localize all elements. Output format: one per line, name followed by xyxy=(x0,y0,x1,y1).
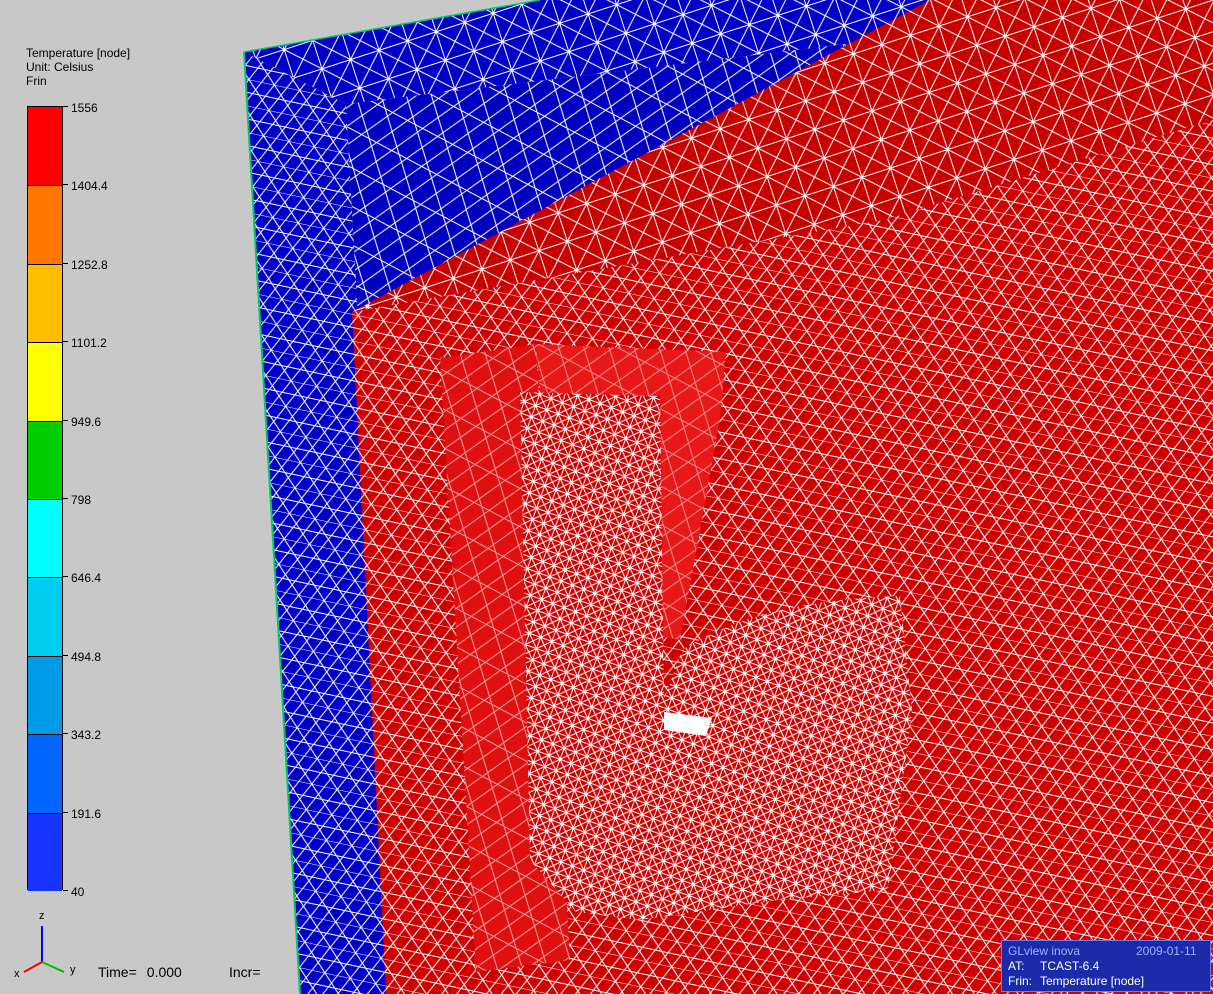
info-at-value: TCAST-6.4 xyxy=(1040,959,1100,973)
legend-tick xyxy=(63,498,68,499)
legend-tick xyxy=(63,733,68,735)
z-axis-label: z xyxy=(39,910,45,922)
mesh-render[interactable] xyxy=(0,0,1213,994)
legend-title: Temperature [node] xyxy=(26,46,131,60)
legend-label: 1252.8 xyxy=(71,257,108,272)
legend-tick xyxy=(63,341,68,343)
axis-triad: z y x xyxy=(12,910,92,984)
increment-label: Incr= xyxy=(229,964,261,980)
info-frin-label: Frin: xyxy=(1008,974,1032,988)
x-axis xyxy=(23,961,43,973)
y-axis xyxy=(41,961,65,973)
time-value: 0.000 xyxy=(146,964,182,980)
model-viewport[interactable] xyxy=(0,0,1213,994)
info-app-name: GLview inova xyxy=(1008,944,1081,958)
legend-band xyxy=(28,812,62,892)
legend-label: 798 xyxy=(71,493,92,507)
legend-label: 191.6 xyxy=(71,806,102,821)
legend-tick xyxy=(63,419,68,421)
legend-label: 1101.2 xyxy=(71,336,107,351)
legend-band xyxy=(28,577,62,657)
time-readout: Time= 0.000 xyxy=(98,964,192,980)
legend-band xyxy=(28,263,62,343)
info-frin-value: Temperature [node] xyxy=(1040,974,1145,988)
glview-info-panel: GLview inova 2009-01-11 AT: TCAST-6.4 Frin… xyxy=(1001,940,1211,992)
legend-label: 343.2 xyxy=(71,728,102,743)
legend-tick xyxy=(63,811,68,813)
legend-unit: Unit: Celsius xyxy=(26,60,94,74)
legend-label: 1404.4 xyxy=(71,179,108,194)
legend-label: 646.4 xyxy=(71,571,102,586)
x-axis-label: x xyxy=(14,968,20,980)
legend-band xyxy=(28,342,62,422)
legend-tick xyxy=(63,654,68,656)
legend-set: Frin xyxy=(26,74,47,88)
info-at-label: AT: xyxy=(1008,959,1025,973)
legend-label: 1556 xyxy=(71,101,98,115)
legend-label: 40 xyxy=(71,885,85,899)
legend-tick xyxy=(63,890,68,891)
legend-band xyxy=(28,185,62,265)
y-axis-label: y xyxy=(70,964,76,976)
legend-band xyxy=(28,734,62,814)
legend-band xyxy=(28,499,62,578)
time-label: Time= xyxy=(98,964,137,980)
legend-band xyxy=(28,655,62,735)
temperature-color-bar xyxy=(27,106,63,892)
legend-label: 494.8 xyxy=(71,649,102,664)
legend-tick xyxy=(63,184,68,186)
legend-tick xyxy=(63,576,68,578)
legend-band xyxy=(28,420,62,500)
legend-tick xyxy=(63,262,68,264)
legend-label: 949.6 xyxy=(71,414,102,429)
legend-band xyxy=(28,107,62,186)
legend-tick xyxy=(63,106,68,107)
info-date: 2009-01-11 xyxy=(1136,944,1197,958)
